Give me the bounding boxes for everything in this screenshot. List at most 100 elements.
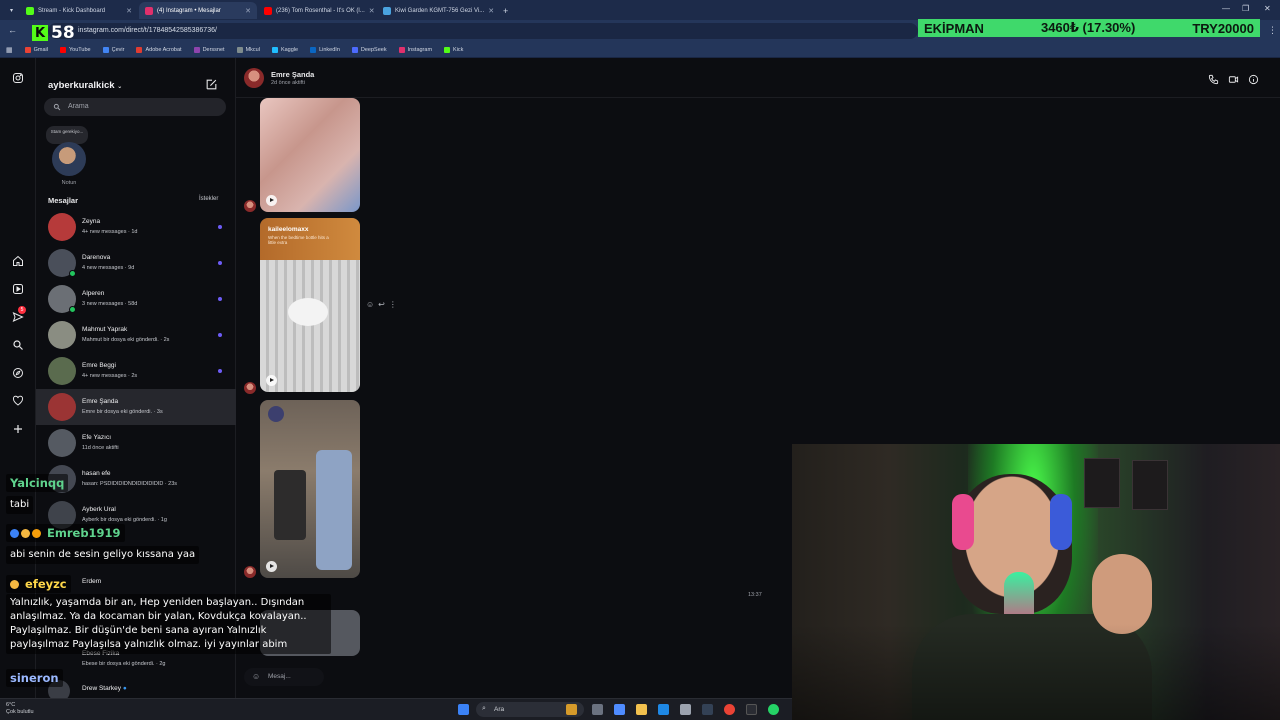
derssnet-icon [193,46,200,53]
search-placeholder: Arama [68,103,89,110]
app-icon[interactable] [566,704,577,715]
bookmark-label: Kaggle [280,46,299,53]
new-tab-button[interactable]: + [497,2,511,19]
chrome-icon[interactable] [724,704,735,715]
conversation-row[interactable]: Emre Beggi 4+ new messages · 2s [36,353,236,389]
avatar [48,213,76,241]
bookmark-instagram[interactable]: Instagram [398,46,432,53]
whatsapp-icon[interactable] [768,704,779,715]
search-icon[interactable] [10,337,26,353]
tab-youtube[interactable]: (236) Tom Rosenthal - It's OK (l... ✕ [258,2,376,19]
bookmark-cevir[interactable]: Çevir [102,46,124,53]
conversation-row[interactable]: Darenova 4 new messages · 9d [36,245,236,281]
conversation-row[interactable]: Alperen 3 new messages · 58d [36,281,236,317]
search-input[interactable]: Arama [44,98,226,116]
task-view-icon[interactable] [592,704,603,715]
tab-label: (4) Instagram • Mesajlar [157,7,221,14]
heart-icon[interactable] [10,393,26,409]
webcam-feed [792,444,1280,720]
shared-reel-1[interactable] [260,98,360,212]
video-call-icon[interactable] [1228,72,1240,84]
copilot-icon[interactable] [614,704,625,715]
reply-icon[interactable]: ↩ [378,300,385,309]
bookmark-kick[interactable]: Kick [444,46,463,53]
weather-widget[interactable]: 6°C Çok bulutlu [6,702,34,716]
more-options-icon[interactable]: ⋮ [389,300,397,309]
app-icon[interactable] [702,704,713,715]
menu-dots-icon[interactable]: ⋮ [1268,25,1277,36]
chat-message: efeyzc [6,573,71,593]
bookmark-youtube[interactable]: YouTube [60,46,91,53]
messenger-icon[interactable]: 5 [10,306,26,325]
note-label: Notun [61,180,77,186]
weather-temp: 6°C [6,702,16,708]
tab-menu-icon[interactable]: ▾ [4,2,16,19]
tab-label: (236) Tom Rosenthal - It's OK (l... [276,7,365,14]
chat-message: sineron [6,667,63,687]
file-explorer-icon[interactable] [636,704,647,715]
bookmark-linkedin[interactable]: LinkedIn [310,46,340,53]
emoji-react-icon[interactable]: ☺ [366,300,374,309]
note-avatar[interactable] [52,142,86,176]
sender-avatar [244,200,256,212]
apps-grid-icon[interactable]: ▦ [6,46,13,54]
chevron-down-icon: ⌄ [117,84,123,90]
weather-desc: Çok bulutlu [6,709,34,715]
bookmark-label: Mkcul [245,46,260,53]
mkcul-icon [236,46,243,53]
close-window-icon[interactable]: ✕ [1264,4,1271,13]
chat-message: Emreb1919 [6,522,125,542]
requests-link[interactable]: İstekler [199,196,218,202]
info-icon[interactable] [1248,72,1260,85]
bookmark-mkcul[interactable]: Mkcul [236,46,260,53]
bookmark-acrobat[interactable]: Adobe Acrobat [136,46,182,53]
bookmark-kaggle[interactable]: Kaggle [271,46,299,53]
bookmark-gmail[interactable]: Gmail [24,46,48,53]
streamer-hand [1092,554,1152,634]
conversation-name: Zeyna [82,218,101,225]
close-icon[interactable]: ✕ [245,7,251,15]
username-label: ayberkuralkick [48,80,115,91]
reel-caption-banner: kaileelomaxx When the bedtime bottle hit… [260,218,360,260]
tab-kick-dashboard[interactable]: Stream - Kick Dashboard ✕ [20,2,138,19]
compose-icon[interactable] [205,78,219,92]
conversation-row[interactable]: Zeyna 4+ new messages · 1d [36,209,236,245]
tab-label: Stream - Kick Dashboard [38,7,106,14]
close-icon[interactable]: ✕ [126,7,132,15]
ticker-value: 3460₺ (17.30%) [1040,20,1136,35]
close-icon[interactable]: ✕ [369,7,375,15]
url-field[interactable]: instagram.com/direct/t/17848542585386736… [48,23,918,39]
home-icon[interactable] [10,253,26,269]
shared-reel-2[interactable]: kaileelomaxx When the bedtime bottle hit… [260,218,360,392]
chat-avatar[interactable] [244,68,264,88]
unread-dot [218,333,222,337]
wall-poster [1084,458,1120,508]
tab-kiwi-garden[interactable]: Kiwi Garden KGMT-756 Gezi Vi... ✕ [377,2,495,19]
play-icon [266,195,277,206]
headphone-right [1050,494,1072,550]
conversation-row-selected[interactable]: Emre Şanda Emre bir dosya eki gönderdi. … [36,389,236,425]
conversation-row[interactable]: Mahmut Yaprak Mahmut bir dosya eki gönde… [36,317,236,353]
conversation-preview: 4 new messages · 9d [82,265,135,271]
instagram-logo-icon[interactable] [10,70,26,86]
phone-icon[interactable] [1208,72,1220,85]
explore-icon[interactable] [10,365,26,381]
conversation-name: Darenova [82,254,111,261]
windows-start-icon[interactable] [458,704,469,715]
app-icon[interactable] [746,704,757,715]
back-icon[interactable]: ← [8,25,17,35]
bookmark-derssnet[interactable]: Derssnet [193,46,225,53]
close-icon[interactable]: ✕ [488,7,494,15]
translate-icon [102,46,109,53]
bookmark-deepseek[interactable]: DeepSeek [351,46,387,53]
store-icon[interactable] [680,704,691,715]
minimize-icon[interactable]: — [1222,4,1230,13]
edge-icon[interactable] [658,704,669,715]
maximize-icon[interactable]: ❐ [1242,4,1249,13]
badge-icon [21,529,30,538]
create-icon[interactable] [10,421,26,437]
chat-contact-name[interactable]: Emre Şanda [271,70,314,79]
tab-instagram[interactable]: (4) Instagram • Mesajlar ✕ [139,2,257,19]
reels-icon[interactable] [10,281,26,297]
account-switcher[interactable]: ayberkuralkick ⌄ [48,80,122,91]
